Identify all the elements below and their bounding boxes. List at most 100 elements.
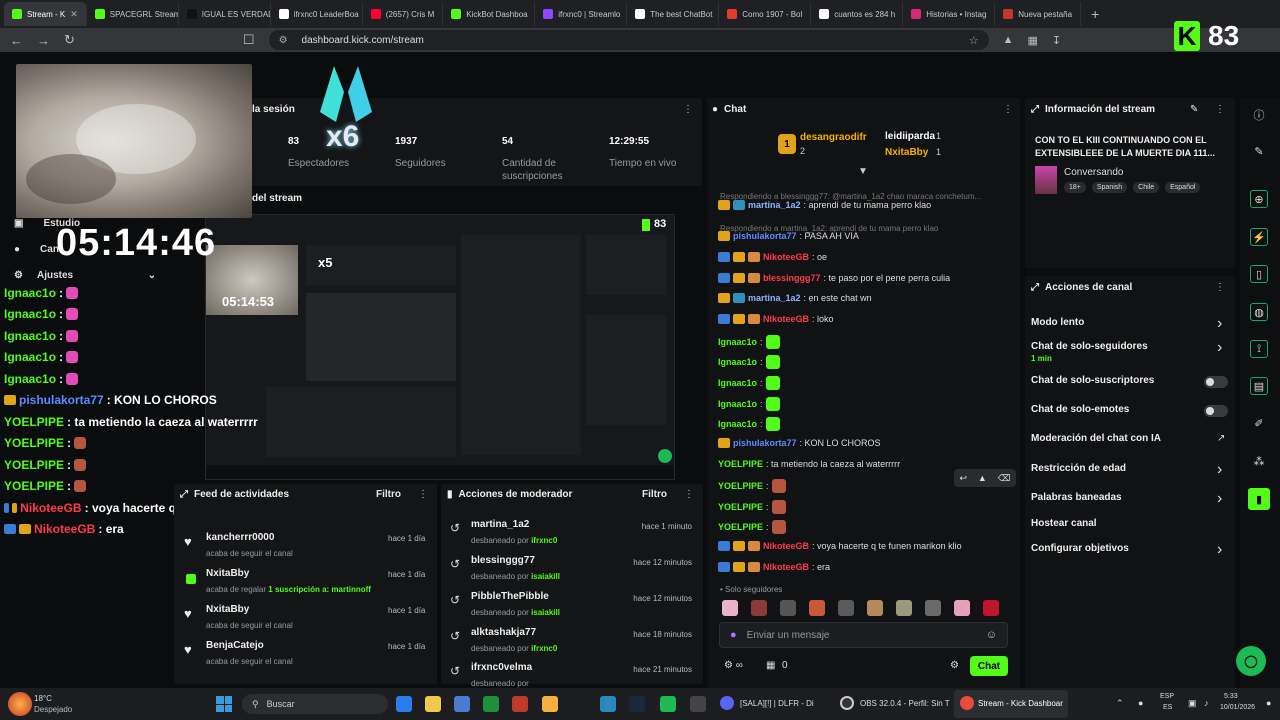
app-red-icon[interactable] xyxy=(512,696,528,712)
emote-icon[interactable] xyxy=(751,600,767,616)
browser-tab[interactable]: Stream - K ✕ xyxy=(4,2,87,26)
mic-icon[interactable]: ● xyxy=(730,629,737,641)
browser-tab[interactable]: SPACEGRL Stream xyxy=(87,2,179,26)
chat-message[interactable]: pishulakorta77: KON LO CHOROS xyxy=(718,438,881,448)
stream-tag[interactable]: 18+ xyxy=(1064,182,1086,193)
emote-icon[interactable] xyxy=(780,600,796,616)
channel-action-item[interactable]: Chat de solo-suscriptores xyxy=(1031,375,1154,386)
shield-icon[interactable]: ▲ xyxy=(1003,34,1014,46)
extensions-icon[interactable]: ▦ xyxy=(1027,34,1037,47)
mod-by-user[interactable]: isaiakill xyxy=(531,572,560,581)
mic-tray-icon[interactable]: ● xyxy=(1138,698,1143,708)
chat-username[interactable]: pishulakorta77 xyxy=(733,438,797,448)
taskbar-app-obs[interactable]: OBS 32.0.4 - Perfil: Sin T xyxy=(860,699,950,708)
mod-target-user[interactable]: blessinggg77 xyxy=(471,555,535,566)
channel-action-item[interactable]: Chat de solo-seguidores 1 min xyxy=(1031,341,1148,363)
browser-tab[interactable]: KickBot Dashboa xyxy=(443,2,536,26)
mod-by-user[interactable]: ifrxnc0 xyxy=(531,644,557,653)
layout-icon[interactable]: ▤ xyxy=(1250,377,1268,395)
chat-username[interactable]: YOELPIPE xyxy=(718,459,763,469)
channel-action-item[interactable]: Moderación del chat con IA xyxy=(1031,433,1161,444)
star-icon[interactable]: ☆ xyxy=(969,34,979,47)
chat-message[interactable]: NikoteeGB: loko xyxy=(718,314,834,324)
forward-icon[interactable]: → xyxy=(37,33,50,48)
feed-filter-button[interactable]: Filtro xyxy=(376,489,401,500)
browser-tab[interactable]: The best ChatBot xyxy=(627,2,720,26)
chat-message[interactable]: NikoteeGB: oe xyxy=(718,252,827,262)
feed-menu-icon[interactable]: ⋮ xyxy=(418,489,428,500)
chat-username[interactable]: YOELPIPE xyxy=(718,522,763,532)
stream-tag[interactable]: Spanish xyxy=(1091,182,1128,193)
close-tab-icon[interactable]: ✕ xyxy=(70,9,78,20)
wrench-icon[interactable]: ✐ xyxy=(1250,414,1268,432)
lightning-icon[interactable]: ⚡ xyxy=(1250,228,1268,246)
site-info-icon[interactable]: ⚙ xyxy=(279,35,288,46)
volume-icon[interactable]: ♪ xyxy=(1204,698,1209,708)
chat-username[interactable]: blessinggg77 xyxy=(763,273,821,283)
chat-username[interactable]: NikoteeGB xyxy=(763,252,809,262)
send-chat-button[interactable]: Chat xyxy=(970,656,1008,676)
chat-username[interactable]: YOELPIPE xyxy=(718,481,763,491)
emote-icon[interactable] xyxy=(838,600,854,616)
chat-menu-icon[interactable]: ⋮ xyxy=(1003,104,1013,115)
mod-by-user[interactable]: isaiakill xyxy=(531,608,560,617)
toggle-switch[interactable] xyxy=(1204,376,1228,388)
chat-message[interactable]: martina_1a2: en este chat wn xyxy=(718,293,872,303)
stream-info-menu-icon[interactable]: ⋮ xyxy=(1215,104,1225,115)
broadcast-icon[interactable]: ⟟ xyxy=(1250,340,1268,358)
chevron-right-icon[interactable]: › xyxy=(1217,461,1222,479)
mod-by-user[interactable]: ifrxnc0 xyxy=(531,536,557,545)
address-bar[interactable]: ⚙ dashboard.kick.com/stream ☆ xyxy=(268,30,989,50)
chat-username[interactable]: NikoteeGB xyxy=(763,562,809,572)
reply-icon[interactable]: ↩ xyxy=(959,473,967,484)
emote-icon[interactable] xyxy=(925,600,941,616)
pin-icon[interactable]: ▮ xyxy=(1248,488,1270,510)
emoji-icon[interactable]: ☺ xyxy=(986,629,997,641)
chat-username[interactable]: Ignaac1o xyxy=(718,357,757,367)
channel-action-item[interactable]: Restricción de edad xyxy=(1031,463,1126,474)
moderator-menu-icon[interactable]: ⋮ xyxy=(684,489,694,500)
chat-username[interactable]: YOELPIPE xyxy=(718,502,763,512)
chat-settings-icon[interactable]: ⚙ ∞ xyxy=(724,660,743,671)
tray-chevron-icon[interactable]: ⌃ xyxy=(1116,698,1124,709)
chevron-right-icon[interactable]: › xyxy=(1217,339,1222,357)
nodes-icon[interactable]: ⁂ xyxy=(1250,452,1268,470)
channel-action-item[interactable]: Configurar objetivos xyxy=(1031,543,1129,554)
mail-icon[interactable] xyxy=(600,696,616,712)
browser-tab[interactable]: Como 1907 - Bol xyxy=(719,2,812,26)
stream-tag[interactable]: Chile xyxy=(1133,182,1160,193)
help-fab-icon[interactable]: ◯ xyxy=(1236,646,1266,676)
chat-username[interactable]: martina_1a2 xyxy=(748,200,801,210)
explorer-icon[interactable] xyxy=(425,696,441,712)
taskbar-app-discord[interactable]: [SALA][!] | DLFR - Di xyxy=(740,699,814,708)
browser-tab[interactable]: Nueva pestaña xyxy=(995,2,1082,26)
chat-input[interactable]: ● Enviar un mensaje ☺ xyxy=(719,622,1008,648)
chat-username[interactable]: Ignaac1o xyxy=(718,378,757,388)
gifter-2-name[interactable]: leidiiparda xyxy=(885,131,935,142)
chat-username[interactable]: Ignaac1o xyxy=(718,337,757,347)
emote-icon[interactable] xyxy=(809,600,825,616)
mod-target-user[interactable]: PibbleThePibble xyxy=(471,591,549,602)
feed-user[interactable]: NxitaBby xyxy=(206,604,249,615)
keyboard-lang[interactable]: ESP xyxy=(1160,693,1174,700)
gift-icon[interactable]: ▦ xyxy=(766,660,775,671)
xbox-icon[interactable] xyxy=(483,696,499,712)
chat-message[interactable]: YOELPIPE: xyxy=(718,500,786,514)
steam-icon[interactable] xyxy=(629,696,645,712)
chat-message[interactable]: Ignaac1o: xyxy=(718,335,780,349)
feed-user[interactable]: NxitaBby xyxy=(206,568,249,579)
browser-tab[interactable]: ifrxnc0 | Streamlo xyxy=(535,2,628,26)
channel-action-item[interactable]: Hostear canal xyxy=(1031,518,1097,529)
pin-icon[interactable]: ▲ xyxy=(978,473,987,483)
edit-icon[interactable]: ✎ xyxy=(1190,104,1198,115)
chat-message[interactable]: YOELPIPE: xyxy=(718,520,786,534)
copilot-icon[interactable] xyxy=(396,696,412,712)
toggle-switch[interactable] xyxy=(1204,405,1228,417)
taskbar-search[interactable]: ⚲ Buscar xyxy=(242,694,388,714)
channel-action-item[interactable]: Chat de solo-emotes xyxy=(1031,404,1129,415)
session-menu-icon[interactable]: ⋮ xyxy=(683,104,693,115)
chevron-right-icon[interactable]: › xyxy=(1217,541,1222,559)
chat-message[interactable]: Ignaac1o: xyxy=(718,397,780,411)
phone-icon[interactable]: ▯ xyxy=(1250,265,1268,283)
chat-username[interactable]: NikoteeGB xyxy=(763,541,809,551)
